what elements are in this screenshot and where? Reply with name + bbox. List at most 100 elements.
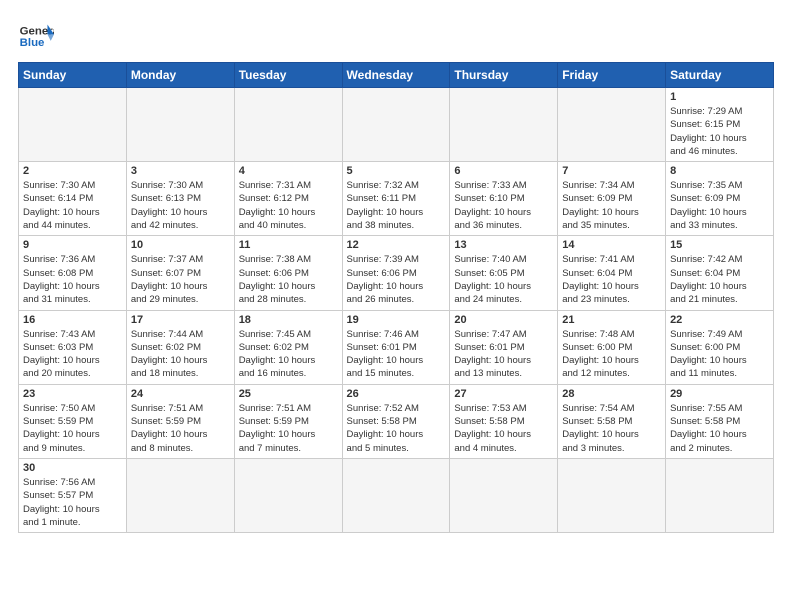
calendar-cell: 17 Sunrise: 7:44 AM Sunset: 6:02 PM Dayli…: [126, 310, 234, 384]
calendar-week-row: 30 Sunrise: 7:56 AM Sunset: 5:57 PM Dayli…: [19, 458, 774, 532]
day-info: Sunrise: 7:43 AM Sunset: 6:03 PM Dayligh…: [23, 328, 122, 381]
calendar-cell: 21Sunrise: 7:48 AM Sunset: 6:00 PM Dayli…: [558, 310, 666, 384]
weekday-header-row: SundayMondayTuesdayWednesdayThursdayFrid…: [19, 63, 774, 88]
day-number: 6: [454, 165, 553, 177]
day-number: 10: [131, 239, 230, 251]
day-info: Sunrise: 7:56 AM Sunset: 5:57 PM Dayligh…: [23, 476, 122, 529]
day-info: Sunrise: 7:29 AM Sunset: 6:15 PM Dayligh…: [670, 105, 769, 158]
day-number: 27: [454, 388, 553, 400]
calendar-cell: 4 Sunrise: 7:31 AM Sunset: 6:12 PM Daylig…: [234, 162, 342, 236]
calendar-week-row: 1 Sunrise: 7:29 AM Sunset: 6:15 PM Daylig…: [19, 88, 774, 162]
calendar-cell: [450, 88, 558, 162]
calendar-cell: [558, 458, 666, 532]
day-info: Sunrise: 7:36 AM Sunset: 6:08 PM Dayligh…: [23, 253, 122, 306]
day-number: 26: [347, 388, 446, 400]
calendar-cell: [126, 88, 234, 162]
calendar-cell: 5 Sunrise: 7:32 AM Sunset: 6:11 PM Daylig…: [342, 162, 450, 236]
day-info: Sunrise: 7:51 AM Sunset: 5:59 PM Dayligh…: [131, 402, 230, 455]
weekday-header-thursday: Thursday: [450, 63, 558, 88]
calendar-cell: 27 Sunrise: 7:53 AM Sunset: 5:58 PM Dayli…: [450, 384, 558, 458]
day-number: 14: [562, 239, 661, 251]
weekday-header-saturday: Saturday: [666, 63, 774, 88]
calendar-cell: 25 Sunrise: 7:51 AM Sunset: 5:59 PM Dayli…: [234, 384, 342, 458]
calendar-cell: 18Sunrise: 7:45 AM Sunset: 6:02 PM Dayli…: [234, 310, 342, 384]
day-number: 16: [23, 314, 122, 326]
day-info: Sunrise: 7:53 AM Sunset: 5:58 PM Dayligh…: [454, 402, 553, 455]
day-info: Sunrise: 7:37 AM Sunset: 6:07 PM Dayligh…: [131, 253, 230, 306]
day-info: Sunrise: 7:41 AM Sunset: 6:04 PM Dayligh…: [562, 253, 661, 306]
calendar-cell: [234, 458, 342, 532]
day-info: Sunrise: 7:50 AM Sunset: 5:59 PM Dayligh…: [23, 402, 122, 455]
calendar-week-row: 23 Sunrise: 7:50 AM Sunset: 5:59 PM Dayli…: [19, 384, 774, 458]
day-info: Sunrise: 7:35 AM Sunset: 6:09 PM Dayligh…: [670, 179, 769, 232]
calendar-cell: 3Sunrise: 7:30 AM Sunset: 6:13 PM Daylig…: [126, 162, 234, 236]
calendar-cell: 19Sunrise: 7:46 AM Sunset: 6:01 PM Dayli…: [342, 310, 450, 384]
day-number: 12: [347, 239, 446, 251]
header: General Blue: [18, 18, 774, 54]
day-number: 4: [239, 165, 338, 177]
day-info: Sunrise: 7:48 AM Sunset: 6:00 PM Dayligh…: [562, 328, 661, 381]
day-number: 17: [131, 314, 230, 326]
calendar-cell: [126, 458, 234, 532]
day-info: Sunrise: 7:52 AM Sunset: 5:58 PM Dayligh…: [347, 402, 446, 455]
day-number: 13: [454, 239, 553, 251]
day-number: 25: [239, 388, 338, 400]
day-number: 29: [670, 388, 769, 400]
calendar-cell: 11Sunrise: 7:38 AM Sunset: 6:06 PM Dayli…: [234, 236, 342, 310]
calendar-cell: 15 Sunrise: 7:42 AM Sunset: 6:04 PM Dayli…: [666, 236, 774, 310]
weekday-header-monday: Monday: [126, 63, 234, 88]
day-number: 24: [131, 388, 230, 400]
weekday-header-wednesday: Wednesday: [342, 63, 450, 88]
calendar-cell: [558, 88, 666, 162]
day-number: 23: [23, 388, 122, 400]
calendar-week-row: 9 Sunrise: 7:36 AM Sunset: 6:08 PM Daylig…: [19, 236, 774, 310]
day-number: 9: [23, 239, 122, 251]
day-info: Sunrise: 7:31 AM Sunset: 6:12 PM Dayligh…: [239, 179, 338, 232]
day-info: Sunrise: 7:32 AM Sunset: 6:11 PM Dayligh…: [347, 179, 446, 232]
page: General Blue SundayMondayTuesdayWednesda…: [0, 0, 792, 612]
day-number: 2: [23, 165, 122, 177]
calendar-cell: 6 Sunrise: 7:33 AM Sunset: 6:10 PM Daylig…: [450, 162, 558, 236]
day-number: 28: [562, 388, 661, 400]
day-number: 8: [670, 165, 769, 177]
calendar-cell: 26 Sunrise: 7:52 AM Sunset: 5:58 PM Dayli…: [342, 384, 450, 458]
day-number: 15: [670, 239, 769, 251]
calendar-cell: 10 Sunrise: 7:37 AM Sunset: 6:07 PM Dayli…: [126, 236, 234, 310]
calendar-cell: 14 Sunrise: 7:41 AM Sunset: 6:04 PM Dayli…: [558, 236, 666, 310]
calendar-cell: 13Sunrise: 7:40 AM Sunset: 6:05 PM Dayli…: [450, 236, 558, 310]
calendar-cell: 23 Sunrise: 7:50 AM Sunset: 5:59 PM Dayli…: [19, 384, 127, 458]
calendar-cell: [342, 88, 450, 162]
day-info: Sunrise: 7:49 AM Sunset: 6:00 PM Dayligh…: [670, 328, 769, 381]
day-number: 20: [454, 314, 553, 326]
calendar-cell: [234, 88, 342, 162]
day-info: Sunrise: 7:38 AM Sunset: 6:06 PM Dayligh…: [239, 253, 338, 306]
calendar-cell: [342, 458, 450, 532]
day-number: 18: [239, 314, 338, 326]
day-info: Sunrise: 7:42 AM Sunset: 6:04 PM Dayligh…: [670, 253, 769, 306]
calendar-cell: 7 Sunrise: 7:34 AM Sunset: 6:09 PM Daylig…: [558, 162, 666, 236]
weekday-header-friday: Friday: [558, 63, 666, 88]
day-info: Sunrise: 7:33 AM Sunset: 6:10 PM Dayligh…: [454, 179, 553, 232]
calendar-cell: 8 Sunrise: 7:35 AM Sunset: 6:09 PM Daylig…: [666, 162, 774, 236]
calendar-cell: 28Sunrise: 7:54 AM Sunset: 5:58 PM Dayli…: [558, 384, 666, 458]
day-info: Sunrise: 7:34 AM Sunset: 6:09 PM Dayligh…: [562, 179, 661, 232]
calendar-cell: 2 Sunrise: 7:30 AM Sunset: 6:14 PM Daylig…: [19, 162, 127, 236]
day-info: Sunrise: 7:44 AM Sunset: 6:02 PM Dayligh…: [131, 328, 230, 381]
calendar-week-row: 16 Sunrise: 7:43 AM Sunset: 6:03 PM Dayli…: [19, 310, 774, 384]
day-info: Sunrise: 7:55 AM Sunset: 5:58 PM Dayligh…: [670, 402, 769, 455]
calendar-cell: 1 Sunrise: 7:29 AM Sunset: 6:15 PM Daylig…: [666, 88, 774, 162]
calendar-cell: 12Sunrise: 7:39 AM Sunset: 6:06 PM Dayli…: [342, 236, 450, 310]
day-number: 30: [23, 462, 122, 474]
day-number: 5: [347, 165, 446, 177]
weekday-header-tuesday: Tuesday: [234, 63, 342, 88]
day-number: 7: [562, 165, 661, 177]
day-info: Sunrise: 7:47 AM Sunset: 6:01 PM Dayligh…: [454, 328, 553, 381]
weekday-header-sunday: Sunday: [19, 63, 127, 88]
calendar-cell: 9 Sunrise: 7:36 AM Sunset: 6:08 PM Daylig…: [19, 236, 127, 310]
day-info: Sunrise: 7:51 AM Sunset: 5:59 PM Dayligh…: [239, 402, 338, 455]
day-number: 1: [670, 91, 769, 103]
day-number: 19: [347, 314, 446, 326]
calendar-cell: 22Sunrise: 7:49 AM Sunset: 6:00 PM Dayli…: [666, 310, 774, 384]
svg-text:Blue: Blue: [20, 37, 45, 49]
day-info: Sunrise: 7:30 AM Sunset: 6:14 PM Dayligh…: [23, 179, 122, 232]
